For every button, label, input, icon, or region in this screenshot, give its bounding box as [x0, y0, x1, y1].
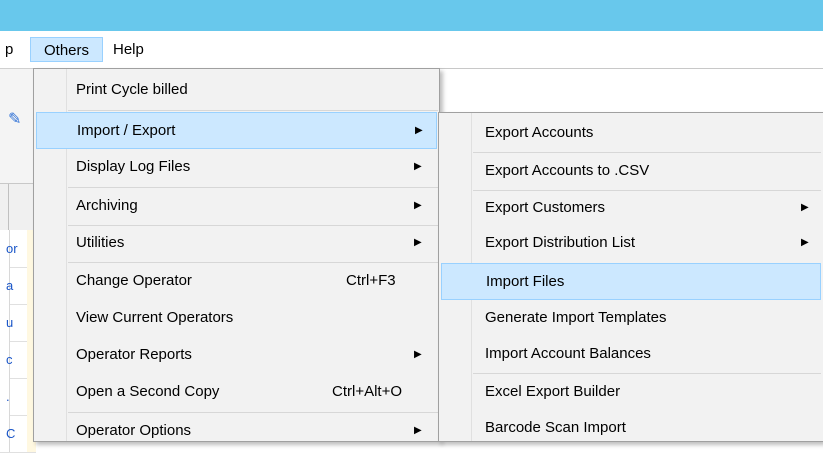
menubar-item-others[interactable]: Others	[30, 37, 103, 62]
table-row: .	[0, 378, 36, 416]
menu-item-view-current-operators[interactable]: View Current Operators	[36, 300, 437, 337]
menu-item-label: Utilities	[76, 234, 125, 251]
shortcut-label: Ctrl+Alt+O	[332, 383, 403, 400]
menu-separator	[68, 110, 438, 111]
table-cell: c	[6, 352, 13, 367]
menu-item-label: Import Account Balances	[485, 345, 651, 362]
menu-item-label: Export Accounts	[485, 124, 594, 141]
menu-item-label: Operator Options	[76, 422, 192, 439]
table-row: or	[0, 230, 36, 268]
edit-pencil-icon[interactable]: ✎	[8, 109, 21, 129]
menu-item-barcode-scan-import[interactable]: Barcode Scan Import	[441, 410, 821, 447]
menu-item-import-export[interactable]: Import / Export ▶	[36, 112, 437, 149]
submenu-arrow-icon: ▶	[415, 125, 423, 136]
menu-item-excel-export-builder[interactable]: Excel Export Builder	[441, 374, 821, 411]
menu-item-label: Excel Export Builder	[485, 383, 621, 400]
menu-item-label: Export Customers	[485, 199, 606, 216]
menu-item-label: Open a Second Copy	[76, 383, 220, 400]
menu-bar: p Others Help	[0, 31, 823, 68]
menu-item-export-accounts[interactable]: Export Accounts	[441, 115, 821, 152]
shortcut-label: Ctrl+F3	[346, 272, 396, 289]
menu-item-operator-options[interactable]: Operator Options ▶	[36, 413, 437, 450]
menu-item-display-log-files[interactable]: Display Log Files ▶	[36, 149, 437, 186]
column-divider	[8, 184, 9, 230]
menu-item-label: Archiving	[76, 197, 138, 214]
table-row: C	[0, 415, 36, 453]
background-panel	[440, 68, 823, 113]
table-row: u	[0, 304, 36, 342]
submenu-arrow-icon: ▶	[414, 200, 422, 211]
menubar-item-help[interactable]: Help	[109, 37, 148, 62]
submenu-arrow-icon: ▶	[801, 202, 809, 213]
menu-item-export-accounts-csv[interactable]: Export Accounts to .CSV	[441, 153, 821, 190]
menu-item-label: Change Operator	[76, 272, 192, 289]
menu-item-export-customers[interactable]: Export Customers ▶	[441, 190, 821, 227]
submenu-arrow-icon: ▶	[414, 349, 422, 360]
menu-item-label: Generate Import Templates	[485, 309, 667, 326]
menu-item-label: Export Distribution List	[485, 234, 636, 251]
menu-item-label: Display Log Files	[76, 158, 191, 175]
window-titlebar	[0, 0, 823, 31]
background-grid-header	[0, 183, 36, 231]
menu-item-operator-reports[interactable]: Operator Reports ▶	[36, 337, 437, 374]
table-row: a	[0, 267, 36, 305]
background-grid: or a u c . C	[0, 230, 36, 453]
others-dropdown-menu: Print Cycle billed Import / Export ▶ Dis…	[33, 68, 440, 442]
import-export-submenu: Export Accounts Export Accounts to .CSV …	[438, 112, 823, 442]
menu-item-import-account-balances[interactable]: Import Account Balances	[441, 336, 821, 373]
submenu-arrow-icon: ▶	[414, 161, 422, 172]
menu-item-label: View Current Operators	[76, 309, 234, 326]
menu-item-export-distribution-list[interactable]: Export Distribution List ▶	[441, 225, 821, 262]
menu-item-print-cycle-billed[interactable]: Print Cycle billed	[36, 72, 437, 109]
table-cell: a	[6, 278, 14, 293]
menu-item-label: Operator Reports	[76, 346, 192, 363]
menu-item-change-operator[interactable]: Change Operator Ctrl+F3	[36, 263, 437, 300]
menu-item-generate-import-templates[interactable]: Generate Import Templates	[441, 300, 821, 337]
menu-item-label: Print Cycle billed	[76, 81, 188, 98]
table-row: c	[0, 341, 36, 379]
menu-item-label: Import Files	[486, 273, 565, 290]
submenu-arrow-icon: ▶	[801, 237, 809, 248]
menu-item-label: Barcode Scan Import	[485, 419, 626, 436]
table-cell: or	[6, 241, 18, 256]
background-toolbar: ✎	[0, 68, 36, 184]
table-cell: C	[6, 426, 16, 441]
submenu-arrow-icon: ▶	[414, 425, 422, 436]
menu-item-label: Import / Export	[77, 122, 176, 139]
menu-item-import-files[interactable]: Import Files	[441, 263, 821, 300]
submenu-arrow-icon: ▶	[414, 237, 422, 248]
menubar-item-partial[interactable]: p	[2, 37, 16, 62]
table-cell: .	[6, 389, 10, 404]
menu-item-utilities[interactable]: Utilities ▶	[36, 225, 437, 262]
table-cell: u	[6, 315, 14, 330]
menu-item-open-second-copy[interactable]: Open a Second Copy Ctrl+Alt+O	[36, 374, 437, 411]
menu-item-label: Export Accounts to .CSV	[485, 162, 650, 179]
menu-item-archiving[interactable]: Archiving ▶	[36, 188, 437, 225]
